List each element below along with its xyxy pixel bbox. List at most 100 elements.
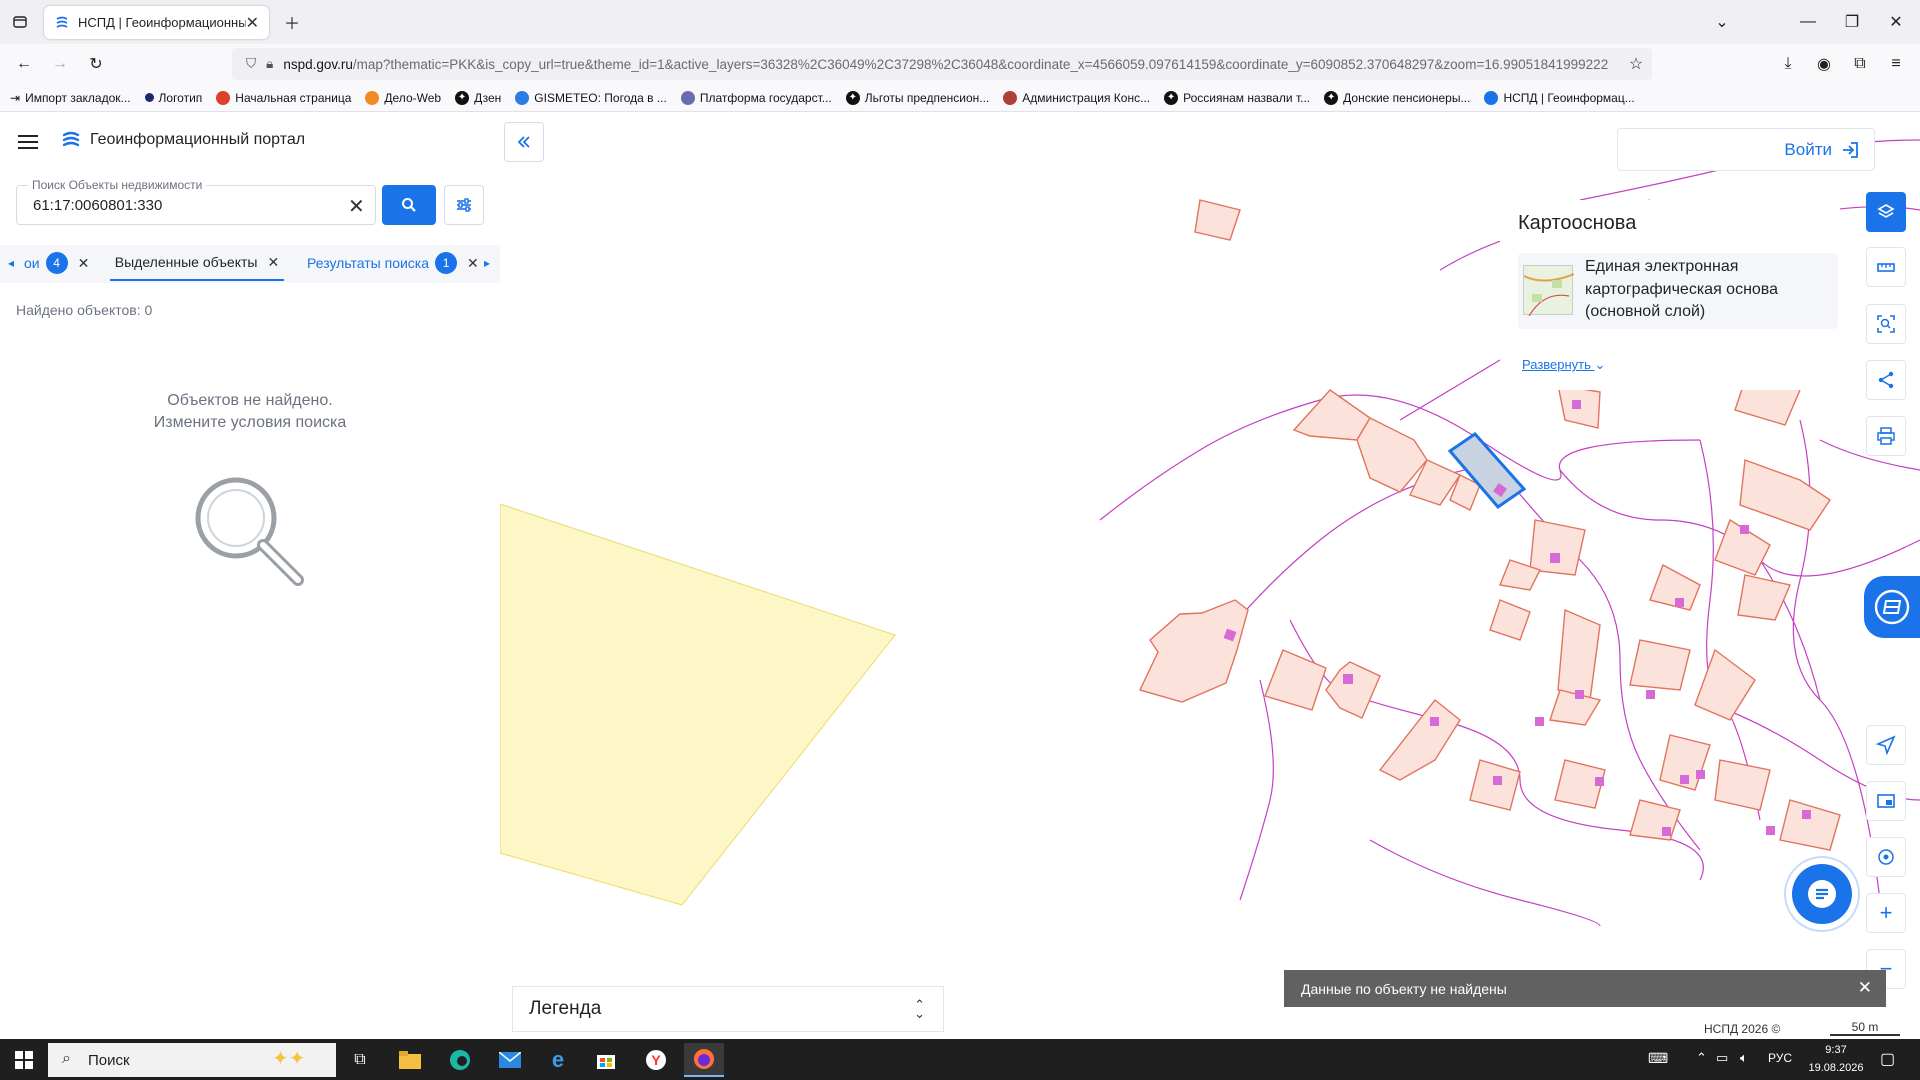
shield-icon[interactable]: ⛉: [246, 56, 256, 72]
firefox-icon[interactable]: [684, 1043, 724, 1077]
address-bar[interactable]: ⛉ 🔒︎ nspd.gov.ru/map?thematic=PKK&is_cop…: [232, 48, 1652, 80]
extensions-icon[interactable]: ⧉: [1840, 42, 1880, 86]
search-value[interactable]: 61:17:0060801:330: [33, 197, 162, 214]
search-icon: ⌕: [62, 1050, 71, 1067]
area-select-icon: [1877, 315, 1895, 333]
edge-icon[interactable]: [440, 1043, 480, 1077]
bookmark-item[interactable]: ✦ Дзен: [455, 90, 501, 105]
keyboard-icon[interactable]: ⌨: [1648, 1050, 1668, 1067]
tab-selected-objects[interactable]: Выделенные объекты ✕: [110, 245, 284, 281]
minimize-icon[interactable]: —: [1788, 0, 1828, 44]
mail-icon[interactable]: [490, 1043, 530, 1077]
tab-search-results[interactable]: Результаты поиска 1 ✕: [307, 245, 479, 281]
results-tabs: ◂ ои 4 ✕ Выделенные объекты ✕ Результаты по…: [0, 245, 500, 283]
basemap-name: (основной слой): [1585, 303, 1706, 320]
tab-list-icon[interactable]: [0, 0, 40, 44]
tab-title: НСПД | Геоинформационный: [78, 15, 246, 30]
double-chevron-left-icon: [517, 136, 530, 148]
zoom-in-button[interactable]: +: [1866, 893, 1906, 933]
account-icon[interactable]: ◉: [1804, 42, 1844, 86]
close-window-icon[interactable]: ✕: [1876, 0, 1916, 44]
menu-icon[interactable]: ≡: [1876, 42, 1916, 86]
forward-icon[interactable]: →: [40, 42, 80, 86]
notifications-icon[interactable]: ▢: [1880, 1049, 1895, 1069]
zone-polygon[interactable]: [500, 503, 897, 906]
start-page-icon: [216, 90, 231, 105]
minimap-button[interactable]: [1866, 781, 1906, 821]
filter-button[interactable]: [444, 185, 484, 225]
sparkle-icon[interactable]: ✦✦: [272, 1046, 306, 1071]
ruler-button[interactable]: [1866, 247, 1906, 287]
empty-message: Объектов не найдено.: [167, 392, 333, 409]
chat-button[interactable]: [1792, 864, 1852, 924]
login-button[interactable]: Войти: [1617, 128, 1875, 171]
bookmark-item[interactable]: Логотип: [144, 91, 202, 105]
search-button[interactable]: [382, 185, 436, 225]
tab-layers[interactable]: ои 4 ✕: [24, 245, 89, 281]
bookmark-item[interactable]: НСПД | Геоинформац...: [1484, 90, 1635, 105]
share-button[interactable]: [1866, 360, 1906, 400]
bookmark-item[interactable]: ✦ Донские пенсионеры...: [1324, 90, 1470, 105]
windows-start-icon[interactable]: [8, 1046, 40, 1074]
collapse-panel-button[interactable]: [504, 122, 544, 162]
tab-count-badge: 4: [45, 252, 68, 274]
language-indicator[interactable]: РУС: [1768, 1051, 1792, 1065]
bookmark-item[interactable]: Начальная страница: [216, 90, 351, 105]
close-icon[interactable]: ✕: [1858, 978, 1872, 998]
store-icon[interactable]: [586, 1043, 626, 1077]
volume-icon[interactable]: 🔈︎: [1740, 1050, 1748, 1066]
copyright: НСПД 2026 ©: [1700, 1022, 1785, 1036]
file-explorer-icon[interactable]: [390, 1043, 430, 1077]
browser-tab[interactable]: НСПД | Геоинформационный ✕: [44, 6, 269, 39]
hamburger-menu-icon[interactable]: [16, 130, 40, 154]
portal-header[interactable]: Геоинформационный портал: [60, 128, 305, 152]
network-icon[interactable]: ▭: [1716, 1050, 1728, 1066]
tabs-scroll-left-icon[interactable]: ◂: [8, 245, 14, 281]
expand-collapse-icon[interactable]: ⌃ ⌄: [914, 998, 925, 1020]
tab-overflow-chevron-icon[interactable]: ⌄: [1702, 0, 1742, 44]
downloads-icon[interactable]: ⤓: [1768, 42, 1808, 86]
share-icon: [1878, 371, 1894, 389]
bookmark-item[interactable]: GISMETEO: Погода в ...: [515, 90, 667, 105]
clock[interactable]: 9:37 19.08.2026: [1808, 1041, 1864, 1077]
locate-point-button[interactable]: [1866, 837, 1906, 877]
bookmark-item[interactable]: ✦ Льготы предпенсион...: [845, 90, 989, 105]
plus-icon: +: [1879, 900, 1893, 925]
clear-search-icon[interactable]: ✕: [348, 194, 365, 219]
bookmark-item[interactable]: Дело-Web: [365, 90, 441, 105]
layers-button[interactable]: [1866, 192, 1906, 232]
new-tab-icon[interactable]: ＋: [272, 0, 312, 44]
yandex-browser-icon[interactable]: Y: [636, 1043, 676, 1077]
tabs-scroll-right-icon[interactable]: ▸: [484, 245, 490, 281]
area-search-button[interactable]: [1866, 304, 1906, 344]
tab-close-icon[interactable]: ✕: [246, 13, 259, 33]
reload-icon[interactable]: ↻: [76, 42, 116, 86]
basemap-thumbnail[interactable]: [1523, 265, 1575, 317]
internet-explorer-icon[interactable]: e: [538, 1043, 578, 1077]
bookmark-item[interactable]: ⇥ Импорт закладок...: [10, 91, 131, 105]
bookmark-item[interactable]: ✦ Россиянам назвали т...: [1164, 90, 1310, 105]
minimap-icon: [1877, 794, 1895, 808]
lock-icon[interactable]: 🔒︎: [266, 56, 273, 72]
restore-icon[interactable]: ❐: [1832, 0, 1872, 44]
bookmark-item[interactable]: Администрация Конс...: [1003, 90, 1150, 105]
svg-text:Y: Y: [651, 1052, 661, 1068]
assistant-button[interactable]: [1864, 576, 1920, 638]
legend-panel[interactable]: Легенда ⌃ ⌄: [512, 986, 944, 1032]
expand-link[interactable]: Развернуть ⌄: [1522, 357, 1605, 373]
bookmark-star-icon[interactable]: ☆: [1616, 42, 1656, 86]
tab-close-icon[interactable]: ✕: [467, 255, 479, 272]
gismeteo-icon: [515, 90, 530, 105]
bookmark-item[interactable]: Платформа государст...: [680, 90, 832, 105]
back-icon[interactable]: ←: [4, 42, 44, 86]
scale-bar: 50 m: [1830, 1020, 1900, 1036]
zen-icon: ✦: [1324, 90, 1339, 105]
tray-chevron-up-icon[interactable]: ⌃: [1696, 1050, 1707, 1066]
chat-icon: [1808, 880, 1836, 908]
tab-close-icon[interactable]: ✕: [78, 255, 90, 272]
tab-close-icon[interactable]: ✕: [267, 254, 279, 271]
task-view-icon[interactable]: ⧉: [340, 1043, 380, 1077]
geolocate-button[interactable]: [1866, 725, 1906, 765]
logo-icon: [144, 93, 154, 102]
print-button[interactable]: [1866, 416, 1906, 456]
